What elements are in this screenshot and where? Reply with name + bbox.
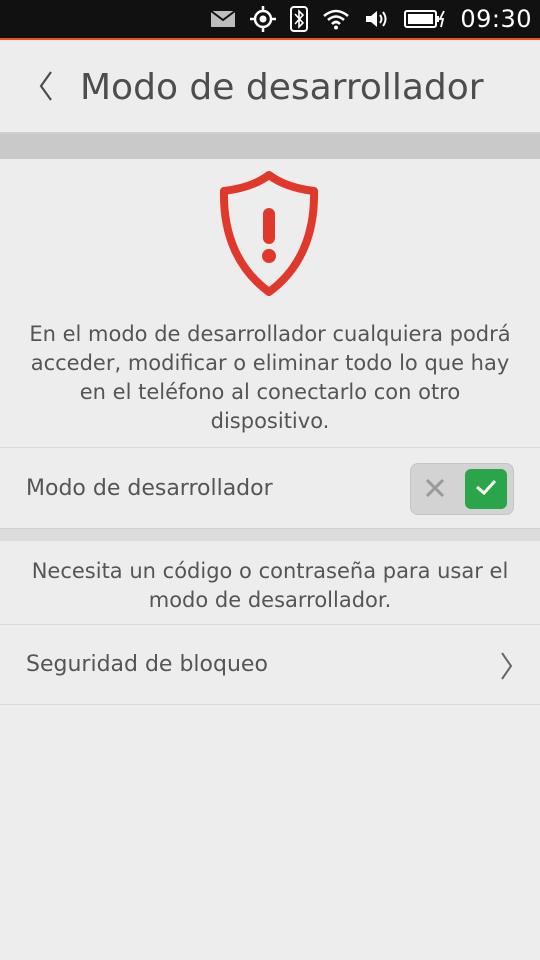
- status-icons: 09:30: [210, 0, 532, 38]
- shield-warning-icon: [217, 170, 321, 298]
- mail-icon: [210, 10, 236, 28]
- check-icon: [474, 477, 498, 501]
- lock-security-row[interactable]: Seguridad de bloqueo: [0, 624, 540, 705]
- battery-charging-icon: [404, 9, 446, 29]
- close-icon: [423, 476, 447, 500]
- page-header: Modo de desarrollador: [0, 40, 540, 134]
- wifi-icon: [322, 8, 350, 30]
- header-divider: [0, 134, 540, 159]
- developer-mode-label: Modo de desarrollador: [26, 476, 273, 501]
- page-title: Modo de desarrollador: [80, 67, 484, 108]
- status-bar: 09:30: [0, 0, 540, 40]
- bluetooth-icon: [290, 6, 309, 32]
- chevron-right-icon: [496, 651, 516, 681]
- developer-mode-row: Modo de desarrollador: [0, 447, 540, 529]
- back-button[interactable]: [26, 64, 66, 112]
- developer-warning-text: En el modo de desarrollador cualquiera p…: [29, 322, 511, 433]
- gps-icon: [250, 6, 277, 32]
- passcode-info-text: Necesita un código o contraseña para usa…: [31, 559, 509, 612]
- toggle-thumb: [465, 469, 507, 509]
- section-gap: [0, 529, 540, 541]
- volume-icon: [364, 8, 390, 30]
- status-clock: 09:30: [460, 5, 532, 33]
- lock-security-label: Seguridad de bloqueo: [26, 652, 268, 677]
- developer-mode-toggle[interactable]: [410, 463, 514, 515]
- chevron-left-icon: [38, 70, 54, 106]
